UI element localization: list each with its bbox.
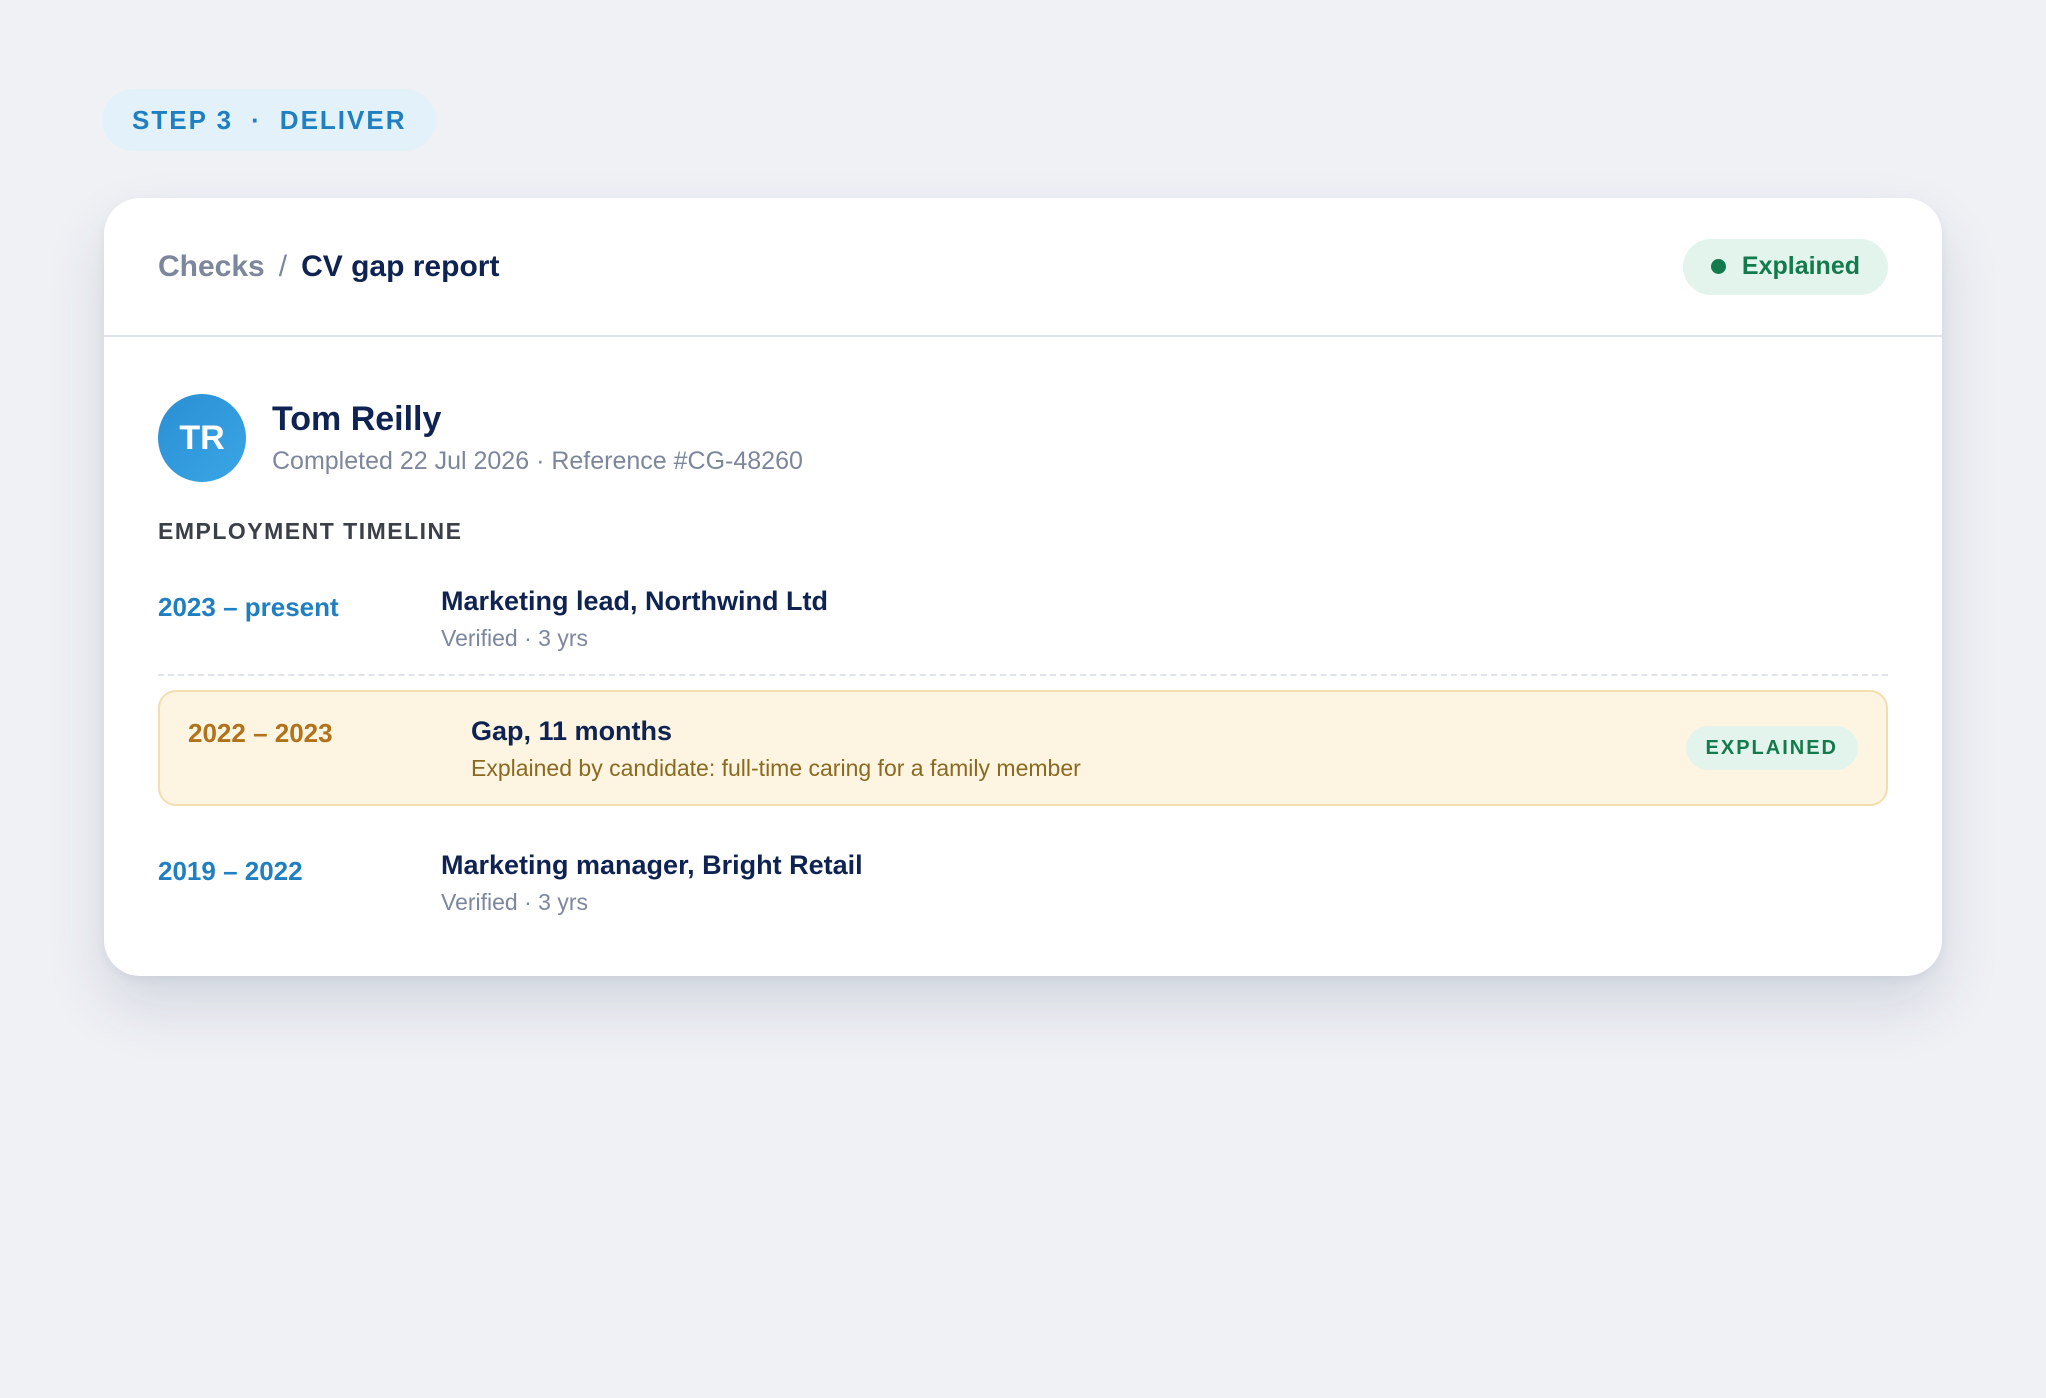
page-title: CV gap report [301,249,500,283]
status-dot-icon [1710,259,1726,274]
timeline-title: Marketing lead, Northwind Ltd [441,586,829,616]
candidate-summary: TR Tom Reilly Completed 22 Jul 2026 · Re… [158,394,803,482]
candidate-name: Tom Reilly [272,400,442,438]
report-card: Checks / CV gap report Explained TR Tom … [104,198,1942,976]
breadcrumb-checks-link[interactable]: Checks [158,250,265,284]
step-indicator: STEP 3 · DELIVER [102,89,437,151]
gap-status-badge: EXPLAINED [1685,726,1858,770]
card-header: Checks / CV gap report Explained [104,198,1942,337]
section-heading: EMPLOYMENT TIMELINE [158,518,463,544]
timeline-sub: Verified · 3 yrs [441,889,588,915]
timeline-sub: Explained by candidate: full-time caring… [471,755,1081,781]
employment-timeline: 2023 – present Marketing lead, Northwind… [158,578,1888,938]
timeline-title: Gap, 11 months [471,716,673,746]
breadcrumb: Checks / CV gap report [158,250,499,284]
candidate-meta: Completed 22 Jul 2026 · Reference #CG-48… [272,447,803,475]
timeline-dates: 2022 – 2023 [188,718,333,748]
timeline-row-job: 2019 – 2022 Marketing manager, Bright Re… [158,842,1888,938]
timeline-dates: 2019 – 2022 [158,856,303,886]
timeline-row-job: 2023 – present Marketing lead, Northwind… [158,578,1888,676]
timeline-row-gap: 2022 – 2023 Gap, 11 months Explained by … [158,690,1888,806]
timeline-sub: Verified · 3 yrs [441,625,588,651]
avatar: TR [158,394,246,482]
status-badge: Explained [1682,238,1888,295]
status-label: Explained [1741,252,1860,280]
breadcrumb-separator: / [278,249,288,283]
step-separator: · [251,104,262,135]
step-label: STEP 3 [132,104,234,135]
timeline-title: Marketing manager, Bright Retail [441,850,863,880]
timeline-dates: 2023 – present [158,592,339,622]
step-phase: DELIVER [279,104,407,135]
